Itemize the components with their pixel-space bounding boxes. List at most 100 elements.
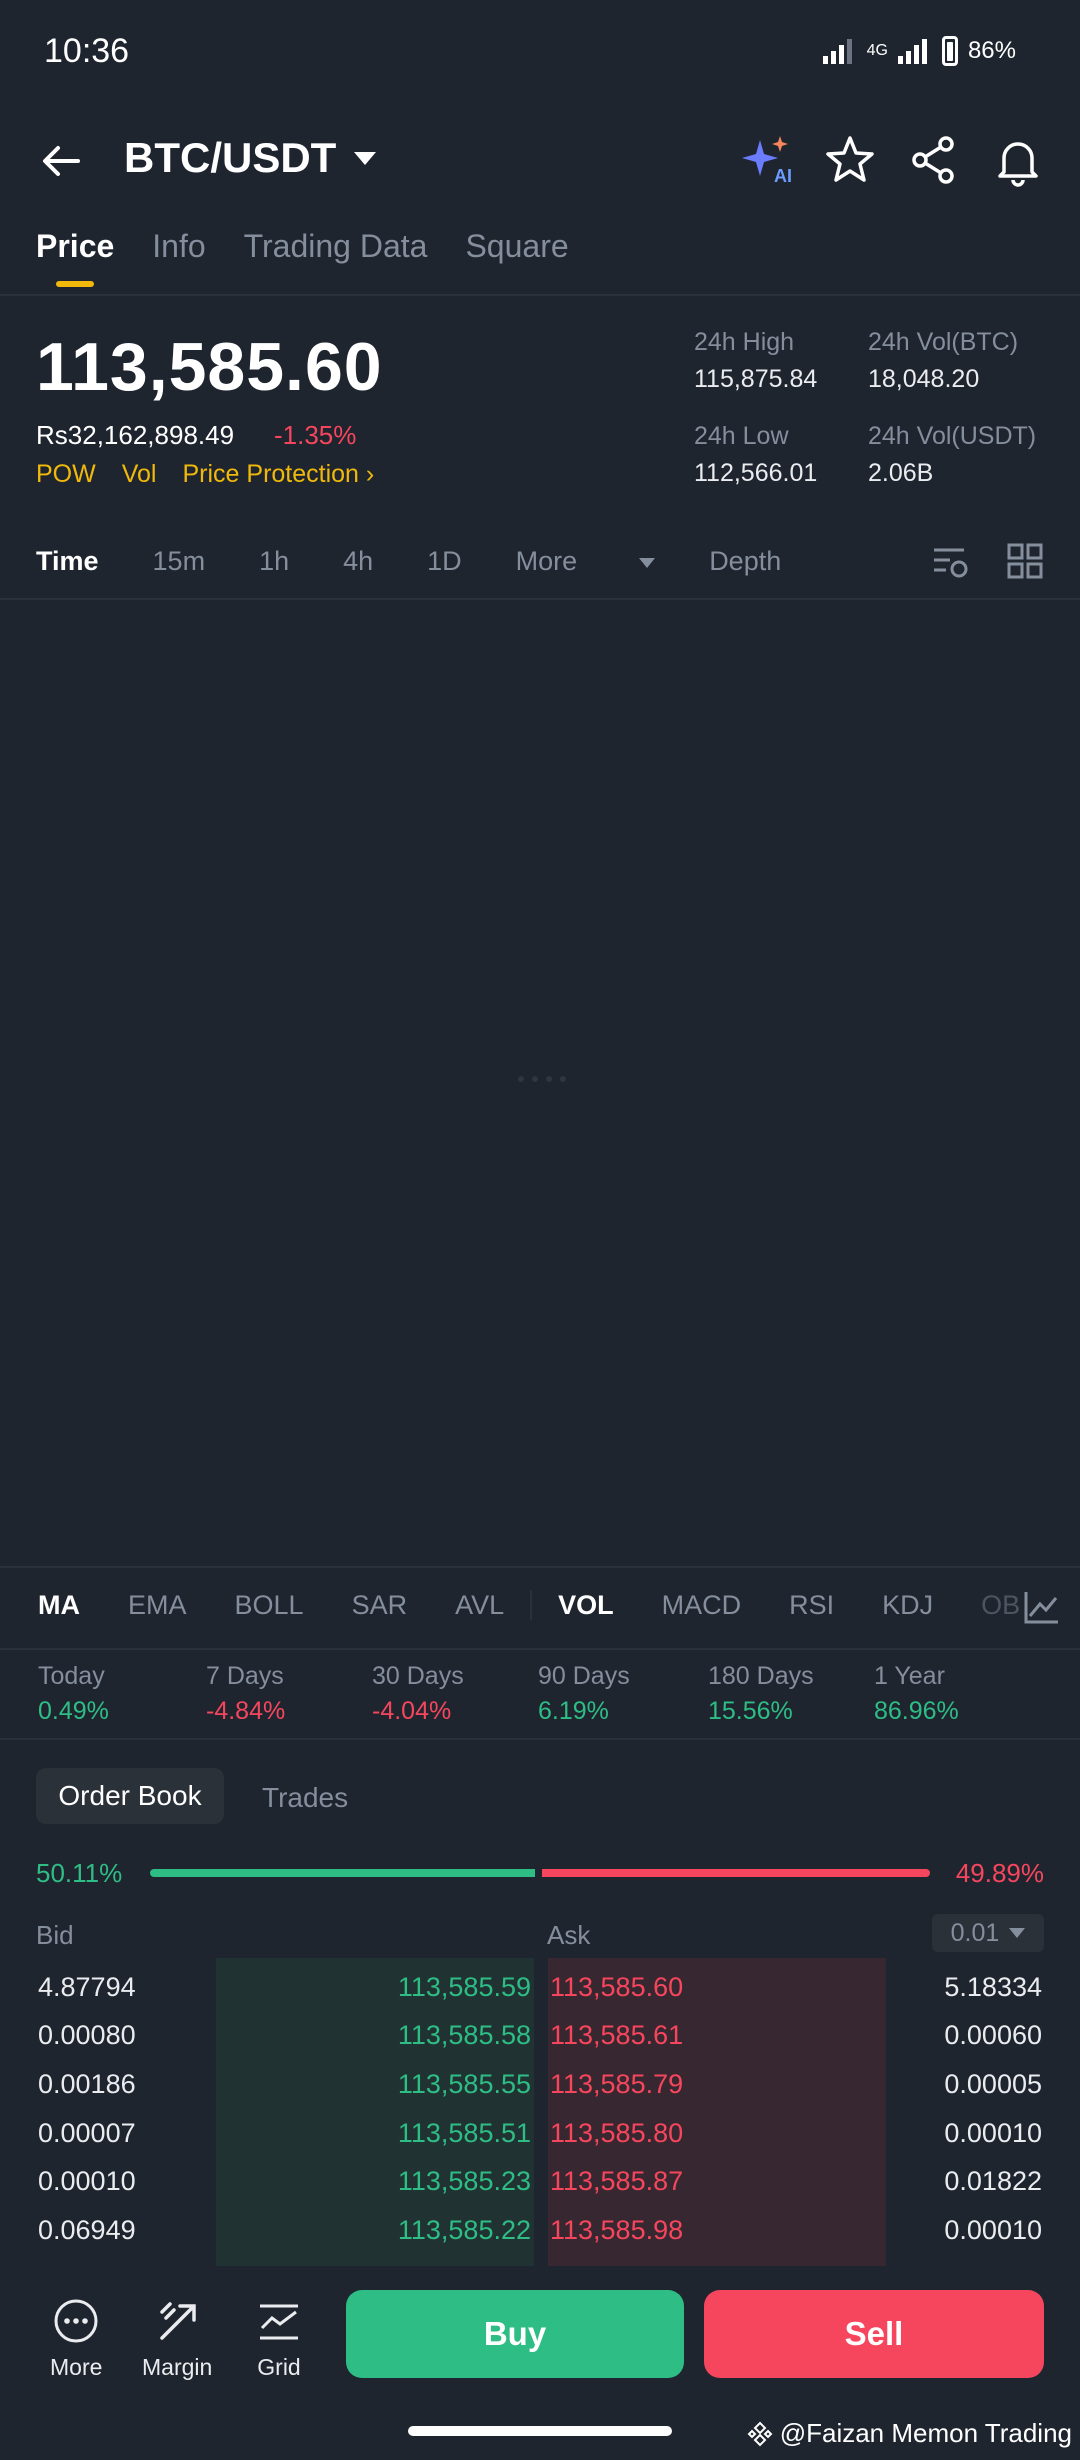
perf-label: 7 Days [206, 1662, 284, 1690]
indicator-avl[interactable]: AVL [455, 1590, 504, 1621]
interval-4h[interactable]: 4h [343, 546, 373, 577]
perf-label: 90 Days [538, 1662, 630, 1690]
caret-down-icon [639, 557, 656, 568]
order-book-row[interactable]: 0.00007 113,585.51 113,585.80 0.00010 [0, 2108, 1080, 2156]
interval-15m[interactable]: 15m [153, 546, 206, 577]
interval-1d[interactable]: 1D [427, 546, 462, 577]
chevron-right-icon: › [365, 460, 375, 488]
tag-vol[interactable]: Vol [122, 460, 157, 489]
grid-button[interactable]: Grid [254, 2296, 304, 2381]
svg-text:AI: AI [774, 166, 792, 186]
bid-column-header: Bid [36, 1920, 74, 1950]
indicator-sar[interactable]: SAR [352, 1590, 408, 1621]
chart-settings-icon[interactable] [930, 542, 970, 582]
stat-label: 24h High [694, 328, 795, 356]
ai-sparkle-icon[interactable]: AI [740, 132, 796, 188]
ask-price: 113,585.79 [550, 2069, 684, 2099]
ask-price: 113,585.87 [550, 2166, 684, 2196]
indicator-ema[interactable]: EMA [128, 1590, 187, 1621]
tab-trades[interactable]: Trades [262, 1782, 348, 1814]
bid-price: 113,585.55 [397, 2069, 531, 2099]
indicator-macd[interactable]: MACD [662, 1590, 742, 1621]
order-book-row[interactable]: 0.00186 113,585.55 113,585.79 0.00005 [0, 2059, 1080, 2107]
grid-label: Grid [257, 2354, 301, 2380]
interval-1h[interactable]: 1h [259, 546, 289, 577]
ask-price: 113,585.98 [550, 2215, 684, 2245]
indicator-chart-icon[interactable] [1022, 1588, 1062, 1628]
binance-logo-icon [747, 2421, 773, 2446]
ask-qty: 0.00060 [944, 2020, 1042, 2050]
share-icon[interactable] [906, 132, 962, 188]
battery-percent: 86% [967, 37, 1016, 64]
order-book-row[interactable]: 0.00080 113,585.58 113,585.61 0.00060 [0, 2010, 1080, 2058]
pair-selector[interactable]: BTC/USDT [124, 134, 377, 182]
stat-24h-high: 24h High 115,875.84 [694, 328, 817, 394]
stat-24h-vol-btc: 24h Vol(BTC) 18,048.20 [868, 328, 1018, 394]
stat-value: 115,875.84 [694, 365, 818, 393]
battery-icon [941, 36, 958, 66]
buy-button[interactable]: Buy [346, 2290, 684, 2378]
sell-button[interactable]: Sell [704, 2290, 1044, 2378]
signal-icon [822, 39, 852, 64]
tag-pow[interactable]: POW [36, 460, 96, 489]
margin-icon [160, 2302, 196, 2340]
star-icon[interactable] [822, 132, 878, 188]
status-icons: 4G 86% [822, 36, 1016, 66]
tab-square[interactable]: Square [465, 228, 568, 287]
indicator-kdj[interactable]: KDJ [882, 1590, 933, 1621]
interval-toolbar: Time 15m 1h 4h 1D More Depth [36, 546, 835, 577]
indicator-ob[interactable]: OB [981, 1590, 1020, 1621]
price-change: -1.35% [274, 420, 357, 450]
status-time: 10:36 [44, 32, 130, 70]
bid-qty: 0.00186 [38, 2069, 136, 2099]
indicator-vol[interactable]: VOL [558, 1590, 614, 1621]
stat-label: 24h Vol(USDT) [868, 422, 1037, 450]
watermark: @Faizan Memon Trading [746, 2418, 1072, 2449]
order-book-row[interactable]: 0.00010 113,585.23 113,585.87 0.01822 [0, 2156, 1080, 2204]
indicator-boll[interactable]: BOLL [235, 1590, 304, 1621]
bid-price: 113,585.23 [397, 2166, 531, 2196]
indicator-rsi[interactable]: RSI [789, 1590, 834, 1621]
chart-area[interactable] [0, 600, 1080, 1564]
back-arrow-icon[interactable] [36, 136, 86, 186]
ask-qty: 5.18334 [944, 1972, 1042, 2002]
signal-icon-2 [897, 39, 927, 64]
tabs-divider [0, 294, 1080, 296]
tab-order-book[interactable]: Order Book [36, 1768, 224, 1824]
more-label: More [50, 2354, 103, 2380]
stat-value: 18,048.20 [868, 365, 980, 393]
perf-value: -4.04% [372, 1697, 452, 1725]
perf-label: Today [38, 1662, 105, 1690]
indicator-ma[interactable]: MA [38, 1590, 80, 1621]
ask-qty: 0.01822 [944, 2166, 1042, 2196]
tab-trading-data[interactable]: Trading Data [244, 228, 428, 287]
tab-info[interactable]: Info [152, 228, 205, 287]
interval-more[interactable]: More [516, 546, 656, 577]
price-protection-link[interactable]: Price Protection › [182, 460, 374, 489]
perf-value: -4.84% [206, 1697, 286, 1725]
perf-label: 30 Days [372, 1662, 464, 1690]
bid-ratio-bar [150, 1869, 535, 1877]
interval-depth[interactable]: Depth [709, 546, 781, 577]
home-indicator[interactable] [408, 2426, 672, 2436]
ask-ratio-bar [542, 1869, 930, 1877]
tab-price[interactable]: Price [36, 228, 114, 287]
bell-icon[interactable] [990, 132, 1046, 188]
grid-layout-icon[interactable] [1006, 542, 1044, 580]
perf-180-days: 180 Days 15.56% [708, 1662, 814, 1726]
interval-more-label: More [515, 546, 578, 576]
perf-1-year: 1 Year 86.96% [874, 1662, 959, 1726]
stat-24h-low: 24h Low 112,566.01 [694, 422, 817, 488]
more-button[interactable]: More [50, 2296, 102, 2381]
perf-7-days: 7 Days -4.84% [206, 1662, 285, 1726]
interval-time[interactable]: Time [36, 546, 99, 577]
order-book-row[interactable]: 4.87794 113,585.59 113,585.60 5.18334 [0, 1962, 1080, 2010]
stat-value: 112,566.01 [694, 459, 818, 487]
price-tags: POW Vol Price Protection › [36, 460, 374, 489]
order-book-row[interactable]: 0.06949 113,585.22 113,585.98 0.00010 [0, 2205, 1080, 2253]
precision-selector[interactable]: 0.01 [932, 1914, 1044, 1952]
perf-value: 6.19% [538, 1697, 609, 1725]
bid-qty: 0.00007 [38, 2118, 136, 2148]
precision-value: 0.01 [950, 1918, 1000, 1947]
margin-button[interactable]: Margin [142, 2296, 212, 2381]
